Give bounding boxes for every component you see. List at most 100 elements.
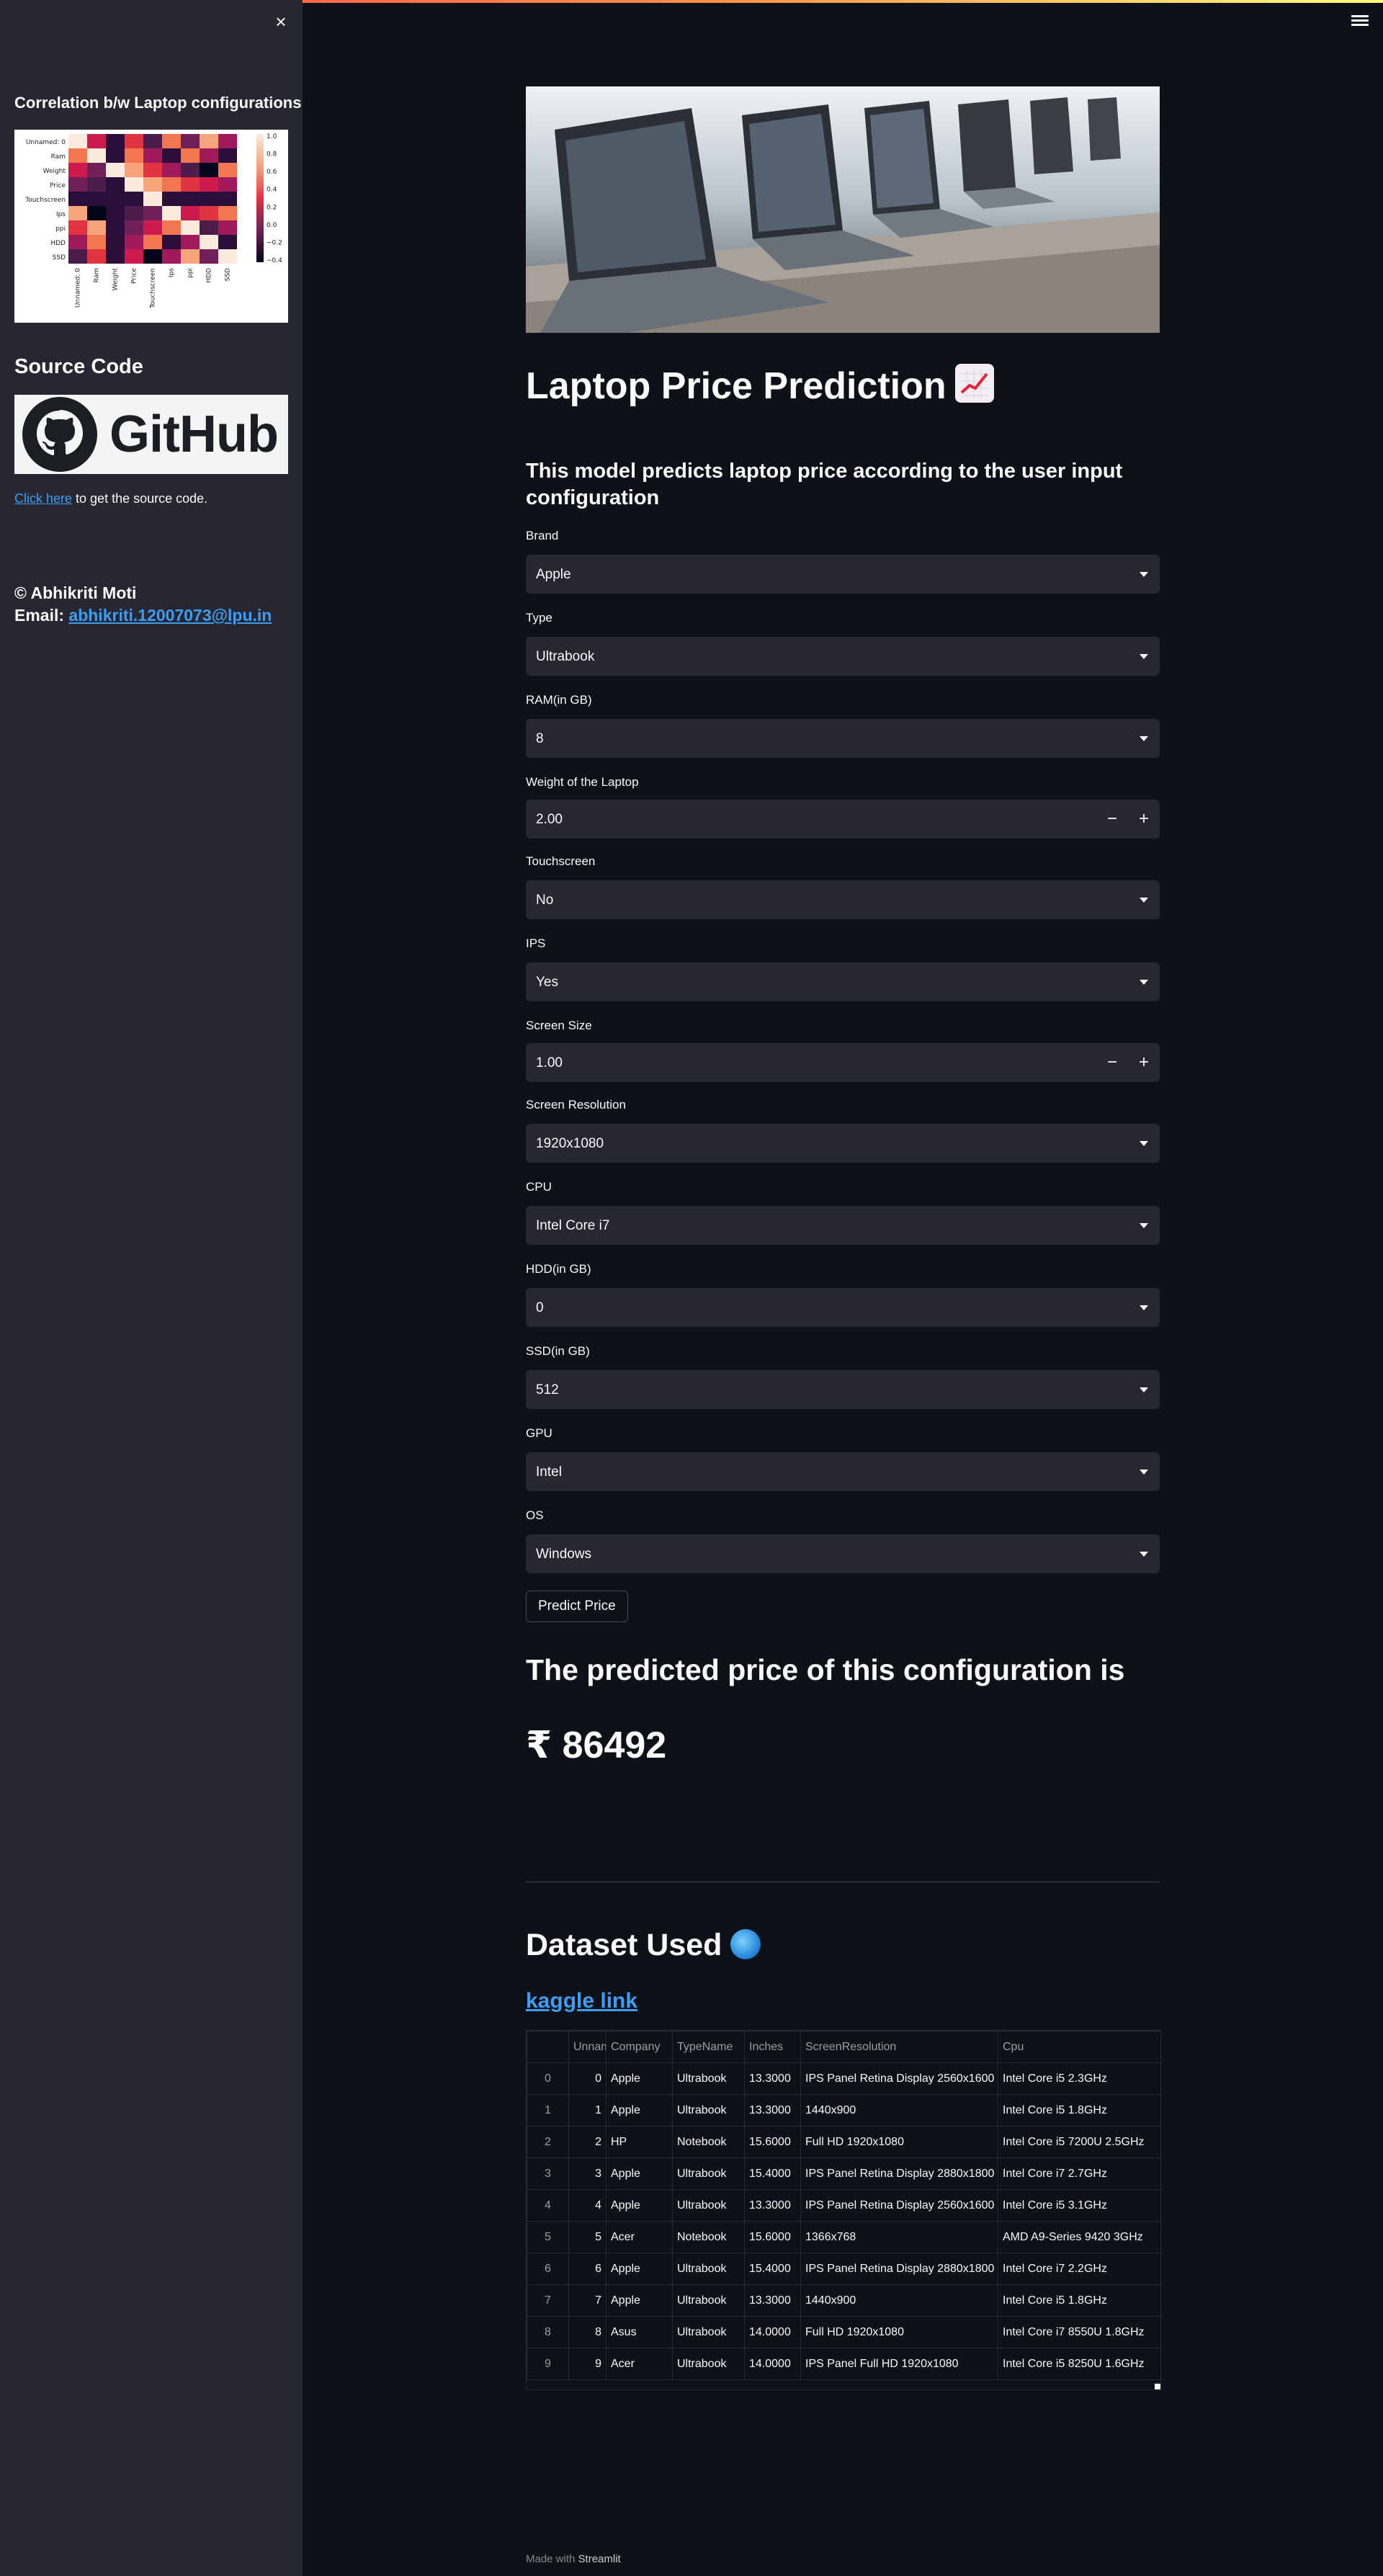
table-row: 6 6 Apple Ultrabook 15.4000 IPS Panel Retina … [527, 2253, 1160, 2285]
heatmap-row-label: Price [50, 182, 66, 189]
table-row: 5 5 Acer Notebook 15.6000 1366x768 AMD A9-Seri… [527, 2221, 1160, 2253]
resolution-select[interactable]: 1920x1080 [526, 1124, 1160, 1163]
type-select[interactable]: Ultrabook [526, 637, 1160, 676]
streamlit-link[interactable]: Streamlit [578, 2553, 621, 2565]
heatmap-cell [106, 220, 125, 235]
ssd-select[interactable]: 512 [526, 1370, 1160, 1409]
brand-select[interactable]: Apple [526, 555, 1160, 594]
heatmap-cell [181, 249, 200, 264]
ram-select[interactable]: 8 [526, 719, 1160, 758]
cpu-select[interactable]: Intel Core i7 [526, 1206, 1160, 1245]
hdd-select[interactable]: 0 [526, 1288, 1160, 1327]
heatmap-col-label: Ips [169, 268, 176, 277]
table-cell: 1366x768 [800, 2221, 998, 2253]
table-cell: Ultrabook [672, 2253, 745, 2285]
table-cell: Ultrabook [672, 2189, 745, 2222]
row-index: 0 [527, 2062, 569, 2095]
footer-prefix: Made with [526, 2553, 578, 2565]
weight-number-input[interactable]: 2.00 − + [526, 800, 1160, 838]
row-index: 4 [527, 2189, 569, 2222]
table-cell: Ultrabook [672, 2348, 745, 2380]
heatmap-cell [200, 163, 218, 177]
column-header[interactable]: ScreenResolution [800, 2031, 998, 2063]
heatmap-cell [125, 134, 143, 148]
table-cell: Ultrabook [672, 2157, 745, 2190]
dataframe-resize-handle[interactable] [1155, 2384, 1160, 2389]
increment-button[interactable]: + [1128, 1043, 1160, 1082]
close-icon[interactable]: × [271, 12, 291, 32]
table-cell: Intel Core i5 8250U 1.6GHz [998, 2348, 1160, 2380]
table-cell: Intel Core i7 2.7GHz [998, 2157, 1160, 2190]
colorbar-tick: 1.0 [267, 133, 277, 140]
table-cell: 9 [568, 2348, 607, 2380]
footer: Made with Streamlit [526, 2553, 621, 2565]
kaggle-link[interactable]: kaggle link [526, 1989, 637, 2013]
row-index: 6 [527, 2253, 569, 2285]
heatmap-cell [68, 163, 87, 177]
magnifying-glass-icon [730, 1929, 761, 1959]
table-row: 9 9 Acer Ultrabook 14.0000 IPS Panel Full HD … [527, 2348, 1160, 2380]
column-header[interactable]: Cpu [998, 2031, 1160, 2063]
heatmap-cell [87, 249, 106, 264]
table-cell: Intel Core i7 8550U 1.8GHz [998, 2316, 1160, 2348]
github-banner[interactable]: GitHub [14, 395, 288, 474]
ips-select[interactable]: Yes [526, 962, 1160, 1001]
heatmap-cell [218, 220, 237, 235]
gpu-select[interactable]: Intel [526, 1452, 1160, 1491]
heatmap-cell [125, 235, 143, 249]
weight-value[interactable]: 2.00 [536, 812, 563, 828]
chevron-down-icon [1140, 1141, 1148, 1146]
table-cell: Apple [606, 2189, 673, 2222]
heatmap-row-label: Ips [56, 211, 66, 218]
heatmap-cell [181, 148, 200, 163]
column-header[interactable]: Company [606, 2031, 673, 2063]
column-header[interactable]: Inches [744, 2031, 801, 2063]
increment-button[interactable]: + [1128, 800, 1160, 838]
ram-label: RAM(in GB) [526, 693, 592, 707]
chevron-down-icon [1140, 1223, 1148, 1228]
colorbar-tick: 0.6 [267, 169, 277, 176]
heatmap-row-label: Weight [43, 168, 66, 175]
column-header[interactable]: Unnamed: 0 [568, 2031, 607, 2063]
hamburger-menu-icon[interactable] [1351, 13, 1369, 30]
table-row: 7 7 Apple Ultrabook 13.3000 1440x900 Intel Cor… [527, 2284, 1160, 2317]
colorbar-tick: 0.2 [267, 204, 277, 211]
weight-label: Weight of the Laptop [526, 775, 639, 789]
ips-value: Yes [536, 975, 558, 990]
touchscreen-select[interactable]: No [526, 880, 1160, 919]
table-cell: 14.0000 [744, 2316, 801, 2348]
screen-size-number-input[interactable]: 1.00 − + [526, 1043, 1160, 1082]
click-here-link[interactable]: Click here [14, 491, 72, 506]
row-index: 3 [527, 2157, 569, 2190]
table-cell: 5 [568, 2221, 607, 2253]
os-select[interactable]: Windows [526, 1534, 1160, 1573]
table-cell: 13.3000 [744, 2094, 801, 2126]
decrement-button[interactable]: − [1096, 800, 1128, 838]
email-link[interactable]: abhikriti.12007073@lpu.in [68, 606, 272, 625]
row-index: 1 [527, 2094, 569, 2126]
heatmap-cell [200, 148, 218, 163]
index-header[interactable] [527, 2031, 569, 2063]
table-cell: 0 [568, 2062, 607, 2095]
dataset-dataframe[interactable]: Unnamed: 0CompanyTypeNameInchesScreenRes… [526, 2030, 1161, 2390]
cpu-value: Intel Core i7 [536, 1218, 610, 1233]
table-row: 2 2 HP Notebook 15.6000 Full HD 1920x1080 Inte… [527, 2126, 1160, 2158]
heatmap-cell [162, 235, 181, 249]
heatmap-cell [143, 134, 162, 148]
screen-size-value[interactable]: 1.00 [536, 1055, 563, 1071]
heatmap-cell [68, 148, 87, 163]
heatmap-cell [181, 177, 200, 192]
touchscreen-value: No [536, 893, 554, 908]
column-header[interactable]: TypeName [672, 2031, 745, 2063]
table-cell: Apple [606, 2094, 673, 2126]
ips-label: IPS [526, 936, 546, 950]
table-cell: IPS Panel Retina Display 2880x1800 [800, 2253, 998, 2285]
decrement-button[interactable]: − [1096, 1043, 1128, 1082]
brand-label: Brand [526, 529, 559, 542]
chevron-down-icon [1140, 654, 1148, 659]
heatmap-cell [143, 192, 162, 206]
screen-size-label: Screen Size [526, 1019, 592, 1032]
predict-price-button[interactable]: Predict Price [526, 1591, 628, 1622]
predicted-price: ₹ 86492 [526, 1725, 667, 1766]
heatmap-cell [87, 134, 106, 148]
